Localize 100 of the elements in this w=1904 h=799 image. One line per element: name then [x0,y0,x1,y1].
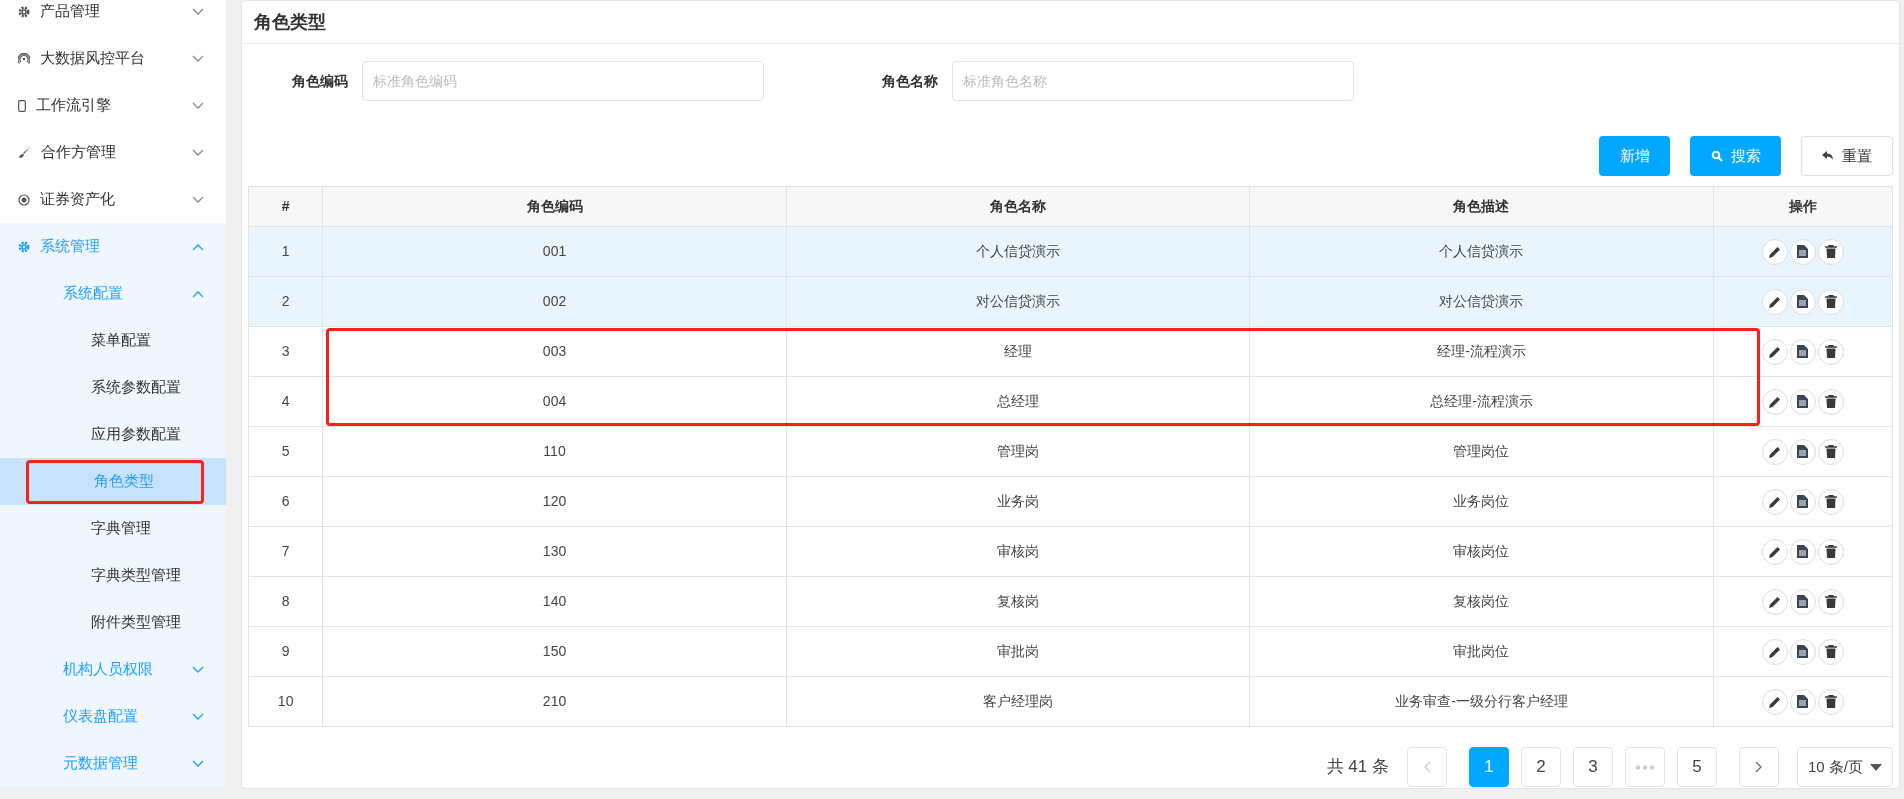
edit-button[interactable] [1761,588,1788,615]
document-icon [1797,595,1809,608]
document-icon [1797,345,1809,358]
view-button[interactable] [1789,588,1816,615]
delete-button[interactable] [1817,288,1844,315]
edit-icon [1767,694,1782,709]
sidebar-item[interactable]: 证券资产化 [0,176,226,223]
table-row[interactable]: 9 150 审批岗 审批岗位 [248,626,1893,677]
sidebar-item[interactable]: 大数据风控平台 [0,35,226,82]
chevron-down-icon [192,195,204,204]
chevron-down-icon [192,665,204,674]
delete-button[interactable] [1817,338,1844,365]
edit-icon [1767,344,1782,359]
table-row[interactable]: 5 110 管理岗 管理岗位 [248,426,1893,477]
column-header: 角色描述 [1249,186,1714,227]
table-cell: 个人信贷演示 [1439,243,1524,259]
edit-button[interactable] [1761,488,1788,515]
edit-button[interactable] [1761,288,1788,315]
edit-button[interactable] [1761,438,1788,465]
page-size-select[interactable]: 10 条/页 [1797,747,1893,787]
delete-button[interactable] [1817,588,1844,615]
delete-button[interactable] [1817,688,1844,715]
view-button[interactable] [1789,438,1816,465]
table-row[interactable]: 4 004 总经理 总经理-流程演示 [248,376,1893,427]
table-cell: 110 [543,443,566,459]
table-cell: 审批岗位 [1453,643,1510,659]
view-button[interactable] [1789,638,1816,665]
document-icon [1797,495,1809,508]
table-row[interactable]: 7 130 审核岗 审核岗位 [248,526,1893,577]
table-cell: 210 [542,693,567,709]
page-title: 角色类型 [254,10,326,34]
table-cell: 7 [281,543,290,559]
page-button[interactable]: 2 [1521,747,1561,787]
view-button[interactable] [1789,538,1816,565]
reset-button[interactable]: 重置 [1801,136,1893,176]
view-button[interactable] [1789,338,1816,365]
edit-button[interactable] [1761,538,1788,565]
trash-icon [1824,545,1837,558]
delete-button[interactable] [1817,538,1844,565]
column-header: 角色名称 [786,186,1250,227]
table-cell: 审批岗 [997,643,1039,659]
sidebar-item[interactable]: 应用参数配置 [0,412,226,457]
sidebar-item[interactable]: 工作流引擎 [0,82,226,129]
chevron-down-icon [192,101,204,110]
undo-icon [1822,151,1834,161]
delete-button[interactable] [1817,488,1844,515]
trash-icon [1824,495,1837,508]
trash-icon [1824,395,1837,408]
table-cell: 9 [281,643,290,659]
view-button[interactable] [1789,288,1816,315]
edit-icon [1767,294,1782,309]
table-cell: 总经理-流程演示 [1430,393,1533,409]
table-cell: 120 [542,493,567,509]
sidebar-item[interactable]: 合作方管理 [0,129,226,176]
table-row[interactable]: 8 140 复核岗 复核岗位 [248,576,1893,627]
edit-icon [1767,394,1782,409]
edit-button[interactable] [1761,638,1788,665]
table-cell: 140 [542,593,567,609]
sidebar-item[interactable]: 字典类型管理 [0,553,226,598]
view-button[interactable] [1789,688,1816,715]
edit-button[interactable] [1761,238,1788,265]
input-field[interactable]: 标准角色编码 [362,61,764,101]
view-button[interactable] [1789,388,1816,415]
chevron-up-icon [192,242,204,251]
sidebar-item[interactable]: 系统参数配置 [0,365,226,410]
edit-button[interactable] [1761,338,1788,365]
edit-icon [1767,244,1782,259]
sidebar-item[interactable]: 字典管理 [0,506,226,551]
table-cell: 001 [542,243,567,259]
table-cell: 130 [542,543,567,559]
table-cell: 6 [281,493,290,509]
delete-button[interactable] [1817,388,1844,415]
chevron-down-icon [192,148,204,157]
edit-button[interactable] [1761,388,1788,415]
document-icon [1797,395,1809,408]
delete-button[interactable] [1817,638,1844,665]
table-cell: 客户经理岗 [983,693,1053,709]
table-cell: 经理 [1004,343,1032,359]
table-row[interactable]: 1 001 个人信贷演示 个人信贷演示 [248,226,1893,277]
table-row[interactable]: 6 120 业务岗 业务岗位 [248,476,1893,527]
view-button[interactable] [1789,488,1816,515]
view-button[interactable] [1789,238,1816,265]
signal-icon [18,52,30,65]
chevron-up-icon [192,289,204,298]
delete-button[interactable] [1817,238,1844,265]
table-cell: 2 [281,293,290,309]
table-row[interactable]: 2 002 对公信贷演示 对公信贷演示 [248,276,1893,327]
sidebar-item[interactable]: 产品管理 [0,0,226,35]
edit-icon [1767,644,1782,659]
page-button[interactable]: 3 [1573,747,1613,787]
input-field[interactable]: 标准角色名称 [952,61,1354,101]
page-button[interactable]: 5 [1677,747,1717,787]
sidebar-item[interactable]: 菜单配置 [0,318,226,363]
delete-button[interactable] [1817,438,1844,465]
document-icon [1797,695,1809,708]
table-cell: 总经理 [997,393,1039,409]
document-icon [1797,245,1809,258]
table-row[interactable]: 10 210 客户经理岗 业务审查-一级分行客户经理 [248,676,1893,727]
edit-button[interactable] [1761,688,1788,715]
sidebar-item[interactable]: 附件类型管理 [0,600,226,645]
